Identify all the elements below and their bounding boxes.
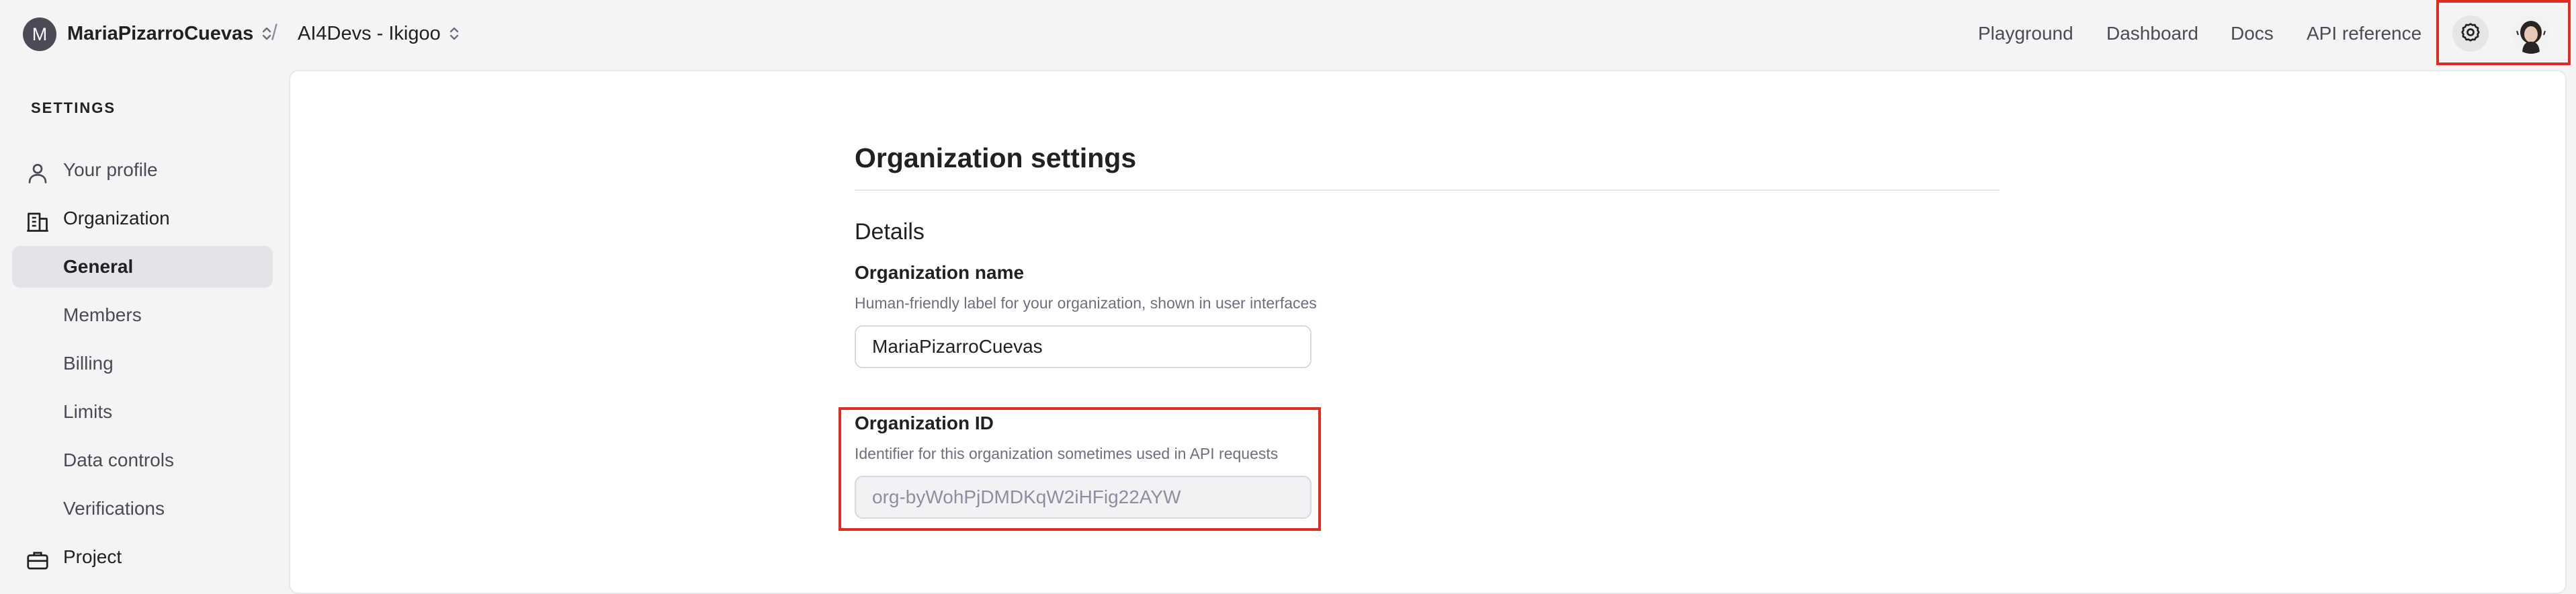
sidebar-item-label: Members (63, 304, 142, 325)
building-icon (26, 207, 50, 232)
sidebar-item-label: General (63, 256, 134, 277)
briefcase-icon (26, 546, 50, 570)
profile-picture-icon (2511, 15, 2550, 54)
chevron-updown-icon (261, 26, 272, 41)
org-name-help: Human-friendly label for your organizati… (855, 294, 1317, 312)
org-id-field[interactable] (855, 476, 1312, 519)
section-title-details: Details (855, 219, 925, 245)
settings-button[interactable] (2452, 15, 2489, 52)
sidebar-item-label: Data controls (63, 450, 174, 470)
sidebar-item-label: Verifications (63, 498, 165, 519)
sidebar-item-data-controls[interactable]: Data controls (12, 439, 273, 481)
person-icon (26, 159, 50, 183)
sidebar-item-label: Billing (63, 353, 114, 374)
org-switcher[interactable]: MariaPizarroCuevas (67, 20, 272, 47)
org-id-help: Identifier for this organization sometim… (855, 445, 1279, 462)
breadcrumb-separator: / (271, 20, 277, 44)
sidebar-item-general[interactable]: General (12, 246, 273, 288)
sidebar-item-label: Project (63, 546, 122, 567)
org-name: MariaPizarroCuevas (67, 23, 254, 44)
nav-docs[interactable]: Docs (2231, 20, 2274, 47)
main-panel (289, 70, 2567, 594)
org-name-label: Organization name (855, 262, 1025, 283)
user-avatar[interactable] (2511, 15, 2550, 54)
org-id-label: Organization ID (855, 413, 994, 433)
org-avatar[interactable]: M (23, 17, 56, 51)
sidebar-item-label: Organization (63, 208, 170, 228)
sidebar-item-verifications[interactable]: Verifications (12, 488, 273, 529)
sidebar-item-members[interactable]: Members (12, 294, 273, 336)
page-title: Organization settings (855, 142, 1137, 173)
gear-icon (2459, 21, 2482, 47)
sidebar-item-limits[interactable]: Limits (12, 391, 273, 433)
sidebar-item-organization[interactable]: Organization (12, 198, 273, 239)
sidebar-item-billing[interactable]: Billing (12, 343, 273, 384)
nav-playground[interactable]: Playground (1978, 20, 2073, 47)
nav-dashboard[interactable]: Dashboard (2106, 20, 2198, 47)
sidebar-heading: SETTINGS (31, 99, 116, 116)
top-bar: M MariaPizarroCuevas / AI4Devs - Ikigoo … (0, 0, 2576, 67)
chevron-updown-icon (449, 26, 460, 41)
nav-api-reference[interactable]: API reference (2307, 20, 2421, 47)
sidebar-item-your-profile[interactable]: Your profile (12, 149, 273, 191)
settings-sidebar: SETTINGS Your profile Organization Gener… (0, 67, 289, 589)
project-switcher[interactable]: AI4Devs - Ikigoo (298, 20, 460, 47)
sidebar-item-project[interactable]: Project (12, 536, 273, 578)
project-name: AI4Devs - Ikigoo (298, 23, 441, 44)
sidebar-item-label: Limits (63, 401, 113, 422)
title-divider (855, 189, 2000, 191)
sidebar-item-label: Your profile (63, 159, 158, 180)
org-name-input[interactable] (855, 325, 1312, 368)
